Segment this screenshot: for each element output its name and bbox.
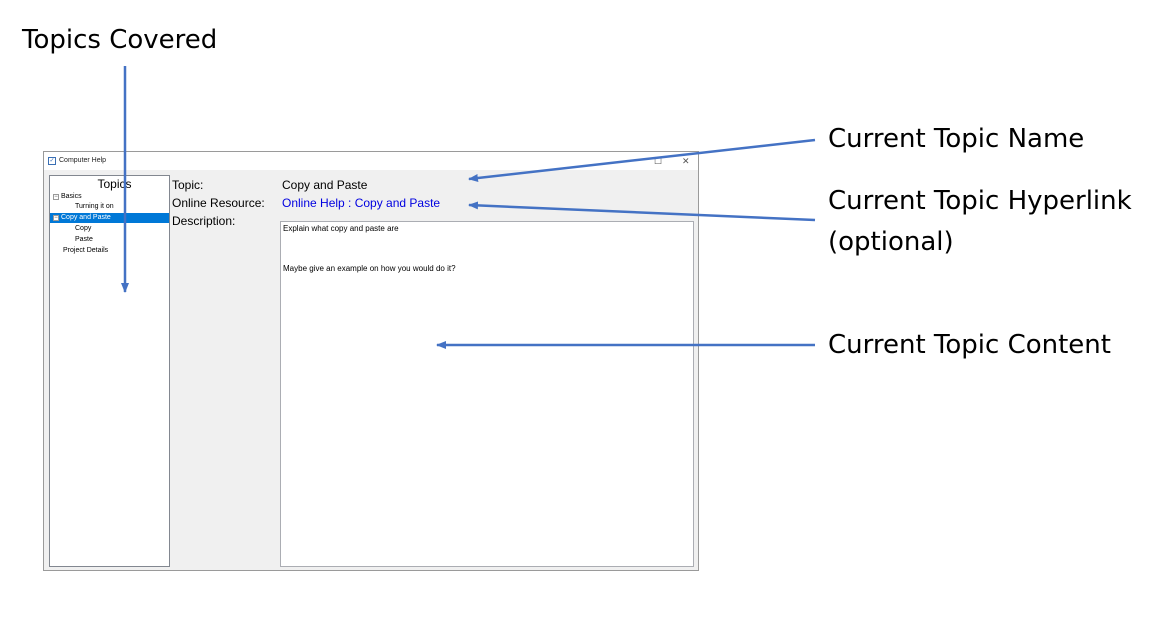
arrow-topic-name [468, 138, 816, 182]
annotation-arrows [121, 66, 816, 349]
arrow-topic-hyperlink [468, 201, 816, 222]
